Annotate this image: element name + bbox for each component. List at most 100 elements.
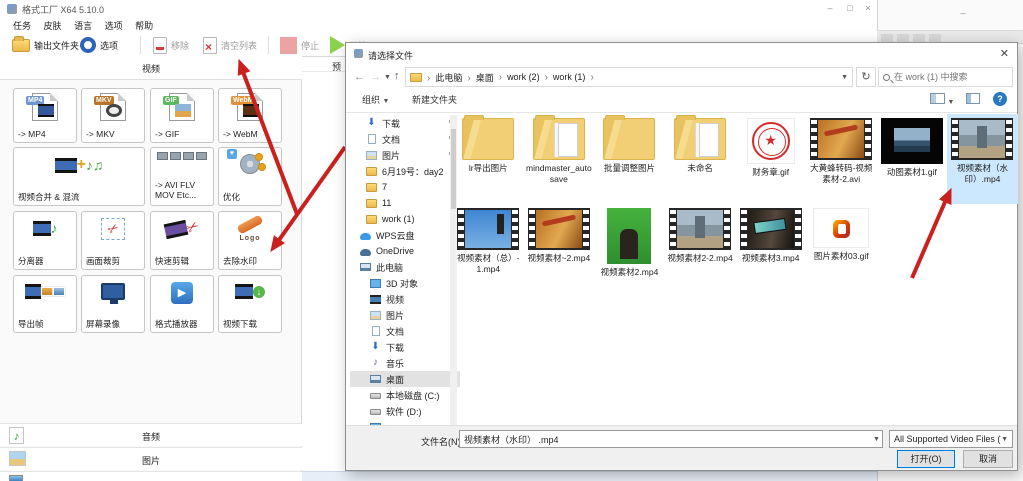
menu-help[interactable]: 帮助: [135, 19, 153, 32]
cancel-button[interactable]: 取消: [963, 450, 1013, 468]
preview-pane-icon[interactable]: [966, 93, 980, 104]
file-item[interactable]: 视频素材2.mp4: [594, 204, 665, 294]
nav-item-wps-cloud[interactable]: WPS云盘: [350, 227, 460, 243]
clear-list-button[interactable]: × 清空列表: [203, 34, 257, 56]
file-item[interactable]: 动图素材1.gif: [877, 114, 948, 204]
nav-item-documents2[interactable]: 文档: [350, 323, 460, 339]
forward-icon[interactable]: →: [370, 71, 381, 83]
open-button[interactable]: 打开(O): [897, 450, 955, 468]
breadcrumb-desktop[interactable]: 桌面: [462, 71, 493, 84]
nav-item-folder-work1[interactable]: work (1): [350, 211, 460, 227]
task-list-header-label: 预: [332, 60, 341, 73]
maximize-icon[interactable]: □: [844, 3, 856, 13]
search-box[interactable]: [878, 67, 1013, 87]
menu-options[interactable]: 选项: [105, 19, 123, 32]
nav-item-pictures2[interactable]: 图片: [350, 307, 460, 323]
file-item[interactable]: lr导出图片: [453, 114, 524, 204]
partial-section-row[interactable]: [0, 471, 302, 481]
breadcrumb-work1[interactable]: work (1): [540, 72, 586, 83]
video-panel-header[interactable]: 视频: [0, 56, 302, 80]
search-icon: [883, 74, 890, 81]
nav-item-this-pc[interactable]: 此电脑: [350, 259, 460, 275]
nav-item-folder-day2[interactable]: 6月19号：day2: [350, 163, 460, 179]
close-icon[interactable]: ×: [862, 3, 874, 13]
optimize-button[interactable]: ♥ 优化: [218, 147, 282, 206]
file-item[interactable]: 批量调整图片: [594, 114, 665, 204]
organize-button[interactable]: 组织 ▼: [362, 93, 389, 106]
screen-record-button[interactable]: 屏幕录像: [81, 275, 145, 333]
file-item[interactable]: 视频素材（总）-1.mp4: [453, 204, 524, 294]
nav-item-videos[interactable]: 视频: [350, 291, 460, 307]
background-minimize-icon[interactable]: –: [957, 8, 969, 18]
file-type-select[interactable]: All Supported Video Files (*. ▼: [889, 430, 1013, 448]
nav-item-downloads[interactable]: ⬇下载: [350, 115, 460, 131]
minimize-icon[interactable]: –: [824, 3, 836, 13]
new-folder-button[interactable]: 新建文件夹: [412, 93, 457, 106]
convert-avi-flv-mov-button[interactable]: -> AVI FLV MOV Etc...: [150, 147, 214, 206]
convert-webm-button[interactable]: WebM -> WebM: [218, 88, 282, 143]
menu-language[interactable]: 语言: [74, 19, 92, 32]
video-thumbnail: [669, 208, 731, 250]
video-merge-mux-button[interactable]: +♪♫ 视频合并 & 混流: [13, 147, 145, 206]
search-input[interactable]: [894, 72, 999, 82]
help-icon[interactable]: ?: [993, 92, 1007, 106]
file-item[interactable]: 视频素材~2.mp4: [524, 204, 595, 294]
picture-section-row[interactable]: 图片: [0, 447, 302, 470]
file-item-selected[interactable]: 视频素材（水印）.mp4: [947, 114, 1018, 204]
optimize-disc-gear-icon: ♥: [219, 152, 281, 182]
file-item[interactable]: 大黄蜂转码-视频素材-2.avi: [806, 114, 877, 204]
quick-clip-button[interactable]: ✂ 快速剪辑: [150, 211, 214, 270]
menu-skin[interactable]: 皮肤: [44, 19, 62, 32]
nav-item-folder-11[interactable]: 11: [350, 195, 460, 211]
nav-item-3d-objects[interactable]: 3D 对象: [350, 275, 460, 291]
menu-task[interactable]: 任务: [13, 19, 31, 32]
breadcrumb-this-pc[interactable]: 此电脑: [422, 71, 462, 84]
breadcrumb-work2[interactable]: work (2): [494, 72, 540, 83]
address-bar[interactable]: 此电脑 桌面 work (2) work (1) ▼: [405, 67, 853, 87]
file-type-value: All Supported Video Files (*.: [894, 434, 1001, 444]
filename-caret-icon[interactable]: ▼: [873, 436, 880, 443]
nav-item-local-disk-c[interactable]: 本地磁盘 (C:): [350, 387, 460, 403]
file-item[interactable]: 未命名: [665, 114, 736, 204]
image-thumbnail: [813, 208, 869, 248]
dialog-nav-pane: ⬇下载 文档 图片 6月19号：day2 7 11 work (1) WPS云盘…: [350, 115, 460, 428]
splitter-button[interactable]: ♪ 分离器: [13, 211, 77, 270]
nav-item-music[interactable]: ♪音乐: [350, 355, 460, 371]
file-item[interactable]: 视频素材2-2.mp4: [665, 204, 736, 294]
remove-watermark-label: 去除水印: [223, 257, 279, 267]
output-folder-button[interactable]: 输出文件夹: [12, 34, 79, 56]
export-frames-button[interactable]: 导出帧: [13, 275, 77, 333]
convert-mkv-button[interactable]: MKV -> MKV: [81, 88, 145, 143]
filename-input[interactable]: [459, 430, 883, 448]
nav-item-documents[interactable]: 文档: [350, 131, 460, 147]
video-download-button[interactable]: ↓ 视频下载: [218, 275, 282, 333]
convert-gif-button[interactable]: GIF -> GIF: [150, 88, 214, 143]
nav-item-disk-d[interactable]: 软件 (D:): [350, 403, 460, 419]
dialog-title-bar: 请选择文件 ✕: [346, 43, 1017, 65]
stop-button[interactable]: 停止: [280, 34, 319, 56]
crop-button[interactable]: ✂ 画面裁剪: [81, 211, 145, 270]
nav-item-desktop[interactable]: 桌面: [350, 371, 460, 387]
file-item[interactable]: ★ 财务章.gif: [735, 114, 806, 204]
nav-item-downloads2[interactable]: ⬇下载: [350, 339, 460, 355]
file-item[interactable]: mindmaster_autosave: [524, 114, 595, 204]
refresh-button[interactable]: ↻: [856, 67, 876, 87]
options-label: 选项: [100, 39, 118, 52]
nav-item-folder-7[interactable]: 7: [350, 179, 460, 195]
view-mode-button[interactable]: ▼: [930, 93, 954, 106]
nav-item-pictures[interactable]: 图片: [350, 147, 460, 163]
history-caret-icon[interactable]: ▼: [384, 74, 391, 81]
address-caret-icon[interactable]: ▼: [841, 74, 848, 81]
format-player-button[interactable]: ▶ 格式播放器: [150, 275, 214, 333]
back-icon[interactable]: ←: [354, 71, 365, 83]
convert-mp4-button[interactable]: MP4 -> MP4: [13, 88, 77, 143]
remove-button[interactable]: 移除: [153, 34, 189, 56]
file-item[interactable]: 视频素材3.mp4: [735, 204, 806, 294]
audio-section-row[interactable]: ♪ 音频: [0, 423, 302, 446]
nav-item-onedrive[interactable]: OneDrive: [350, 243, 460, 259]
options-button[interactable]: 选项: [80, 34, 118, 56]
file-item[interactable]: 图片素材03.gif: [806, 204, 877, 294]
up-icon[interactable]: ↑: [394, 70, 400, 82]
dialog-close-icon[interactable]: ✕: [1000, 47, 1009, 60]
remove-watermark-button[interactable]: Logo 去除水印: [218, 211, 282, 270]
